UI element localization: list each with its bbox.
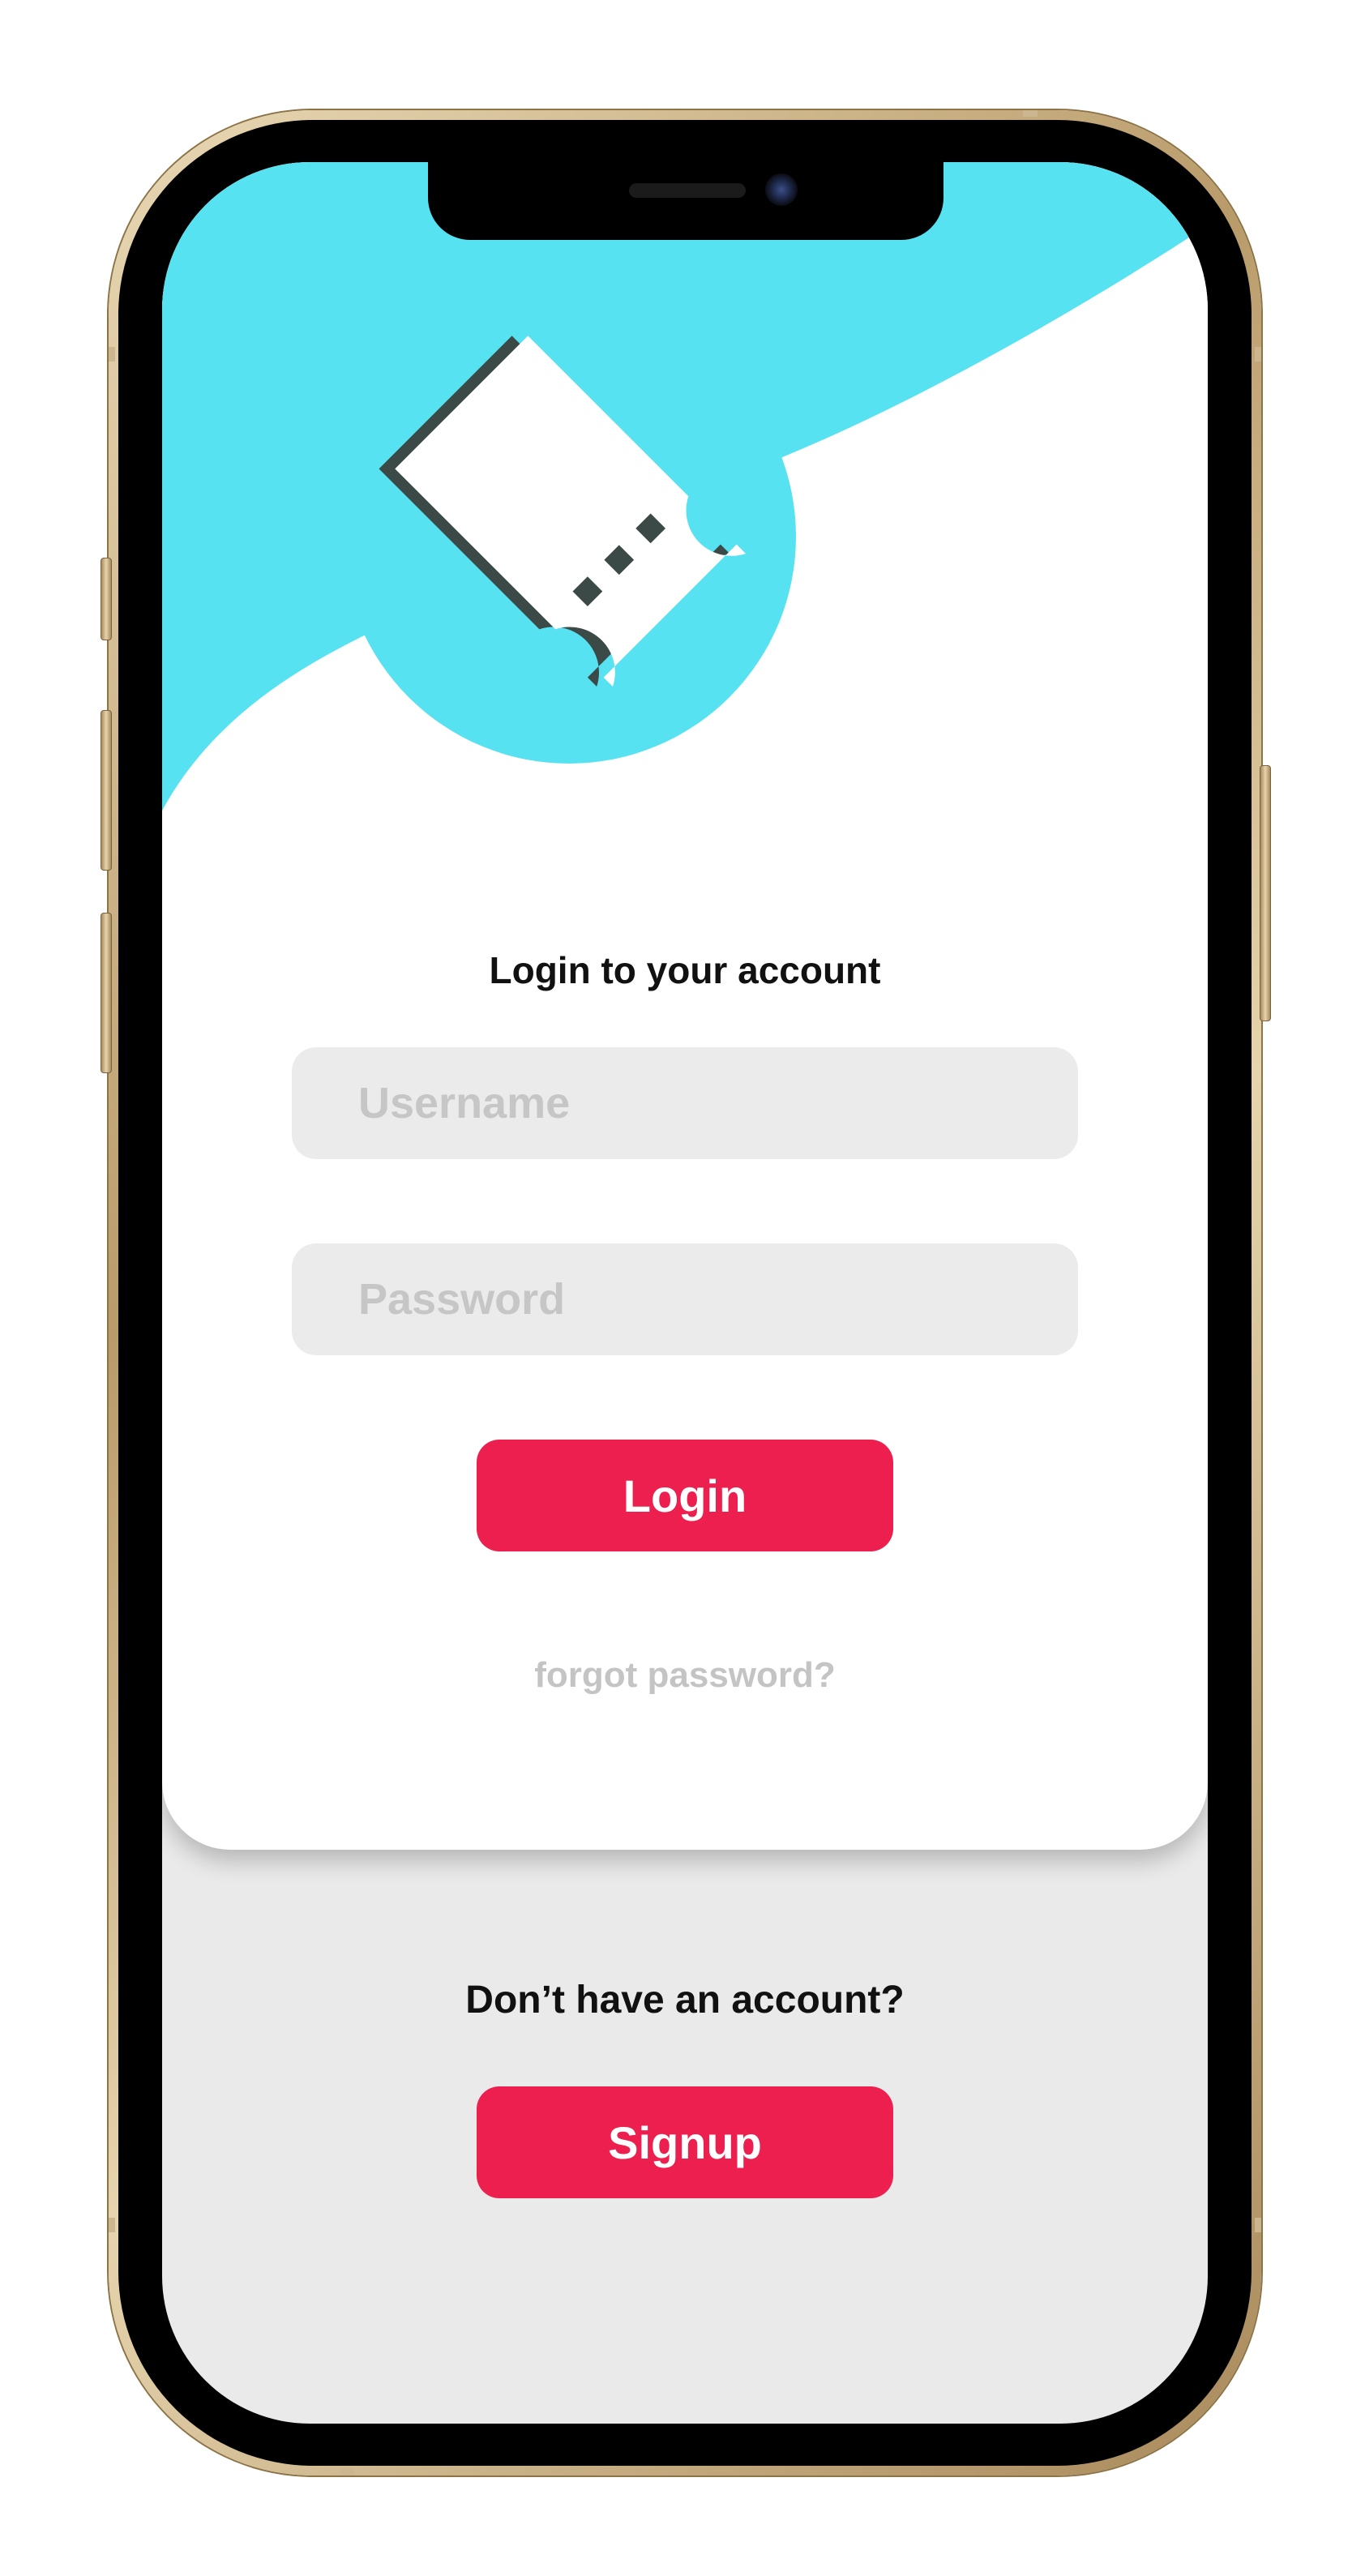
silent-switch [101, 558, 112, 640]
antenna-band [1023, 110, 1038, 117]
username-input[interactable] [357, 1077, 1013, 1129]
username-field[interactable] [292, 1047, 1078, 1159]
app-screen: Login to your account Login forgot passw… [162, 162, 1208, 2424]
antenna-band [1255, 2218, 1261, 2232]
password-field[interactable] [292, 1243, 1078, 1355]
login-card: Login to your account Login forgot passw… [162, 162, 1208, 1850]
power-button [1260, 765, 1271, 1021]
password-input[interactable] [357, 1273, 1013, 1325]
forgot-password-link[interactable]: forgot password? [162, 1655, 1208, 1696]
antenna-band [109, 347, 115, 362]
notch [428, 159, 944, 240]
antenna-band [340, 2469, 355, 2475]
earpiece-speaker [629, 183, 746, 198]
signup-prompt: Don’t have an account? [465, 1979, 905, 2022]
login-title: Login to your account [489, 949, 881, 991]
antenna-band [1255, 347, 1261, 362]
volume-up-button [101, 710, 112, 871]
front-camera [765, 173, 798, 206]
signup-button[interactable]: Signup [477, 2086, 893, 2198]
hero-background [162, 162, 1208, 811]
antenna-band [109, 2218, 115, 2232]
device-mockup: Login to your account Login forgot passw… [0, 0, 1365, 2576]
login-button[interactable]: Login [477, 1440, 893, 1551]
volume-down-button [101, 913, 112, 1073]
